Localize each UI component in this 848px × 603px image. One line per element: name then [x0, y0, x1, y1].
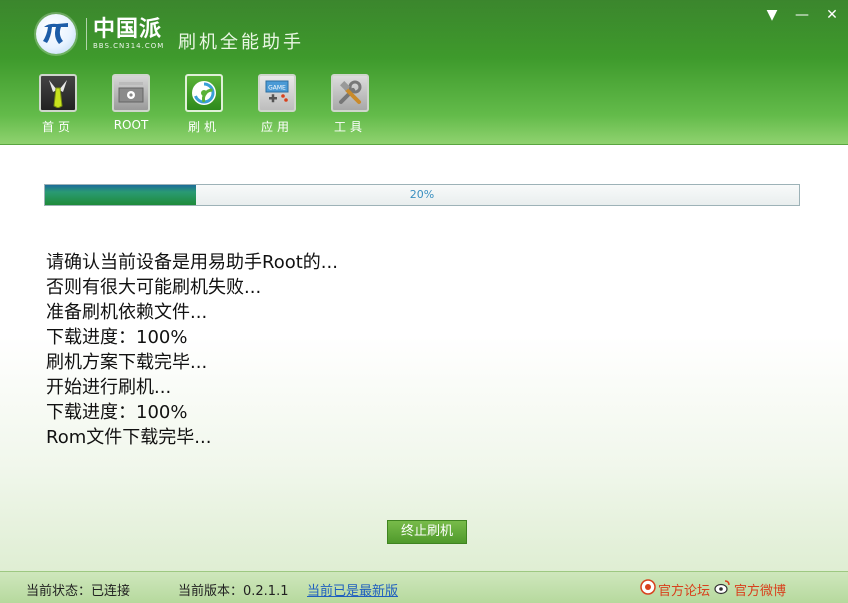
nav-item-home[interactable]: 首页 — [28, 74, 88, 135]
flash-log: 请确认当前设备是用易助手Root的... 否则有很大可能刷机失败... 准备刷机… — [46, 250, 338, 450]
flash-refresh-icon — [185, 74, 223, 112]
tools-icon — [331, 74, 369, 112]
log-line: 刷机方案下载完毕... — [46, 352, 208, 373]
connection-status: 当前状态：已连接 — [26, 584, 131, 599]
progress-text: 20% — [409, 188, 435, 201]
logo-badge-icon — [36, 14, 76, 54]
log-line: Rom文件下载完毕... — [46, 427, 212, 448]
official-forum-link[interactable]: 官方论坛 — [658, 580, 710, 599]
version-label: 当前版本：0.2.1.1 — [178, 584, 289, 599]
svg-text:GAME: GAME — [268, 85, 286, 92]
log-line: 下载进度：100% — [46, 402, 188, 423]
forum-icon — [640, 579, 656, 595]
nav-label-apps: 应用 — [260, 120, 293, 134]
logo-url: BBS.CN314.COM — [93, 42, 165, 50]
log-line: 下载进度：100% — [46, 327, 188, 348]
minimize-button[interactable]: — — [792, 6, 812, 24]
log-line: 准备刷机依赖文件... — [46, 302, 208, 323]
nav-item-apps[interactable]: GAME 应用 — [247, 74, 307, 135]
nav-item-tools[interactable]: 工具 — [320, 74, 380, 135]
root-gear-icon — [112, 74, 150, 112]
nav-label-root: ROOT — [113, 118, 149, 132]
nav-item-flash[interactable]: 刷机 — [174, 74, 234, 135]
logo-text: 中国派 BBS.CN314.COM — [93, 17, 165, 51]
nav-item-root[interactable]: ROOT — [101, 74, 161, 132]
app-title: 刷机全能助手 — [178, 32, 304, 53]
window-controls: ▼ — ✕ — [762, 6, 842, 24]
log-line: 开始进行刷机... — [46, 377, 172, 398]
logo: 中国派 BBS.CN314.COM — [36, 14, 164, 54]
pi-symbol-icon — [43, 23, 68, 44]
official-weibo-link[interactable]: 官方微博 — [734, 580, 786, 599]
nav-label-tools: 工具 — [333, 120, 366, 134]
close-button[interactable]: ✕ — [822, 6, 842, 24]
logo-name: 中国派 — [93, 17, 163, 42]
logo-separator — [86, 18, 87, 50]
flash-progress-bar: 20% — [44, 184, 800, 206]
menu-dropdown-button[interactable]: ▼ — [762, 6, 782, 24]
nav-label-home: 首页 — [41, 120, 74, 134]
game-icon: GAME — [258, 74, 296, 112]
log-line: 请确认当前设备是用易助手Root的... — [46, 252, 338, 273]
log-line: 否则有很大可能刷机失败... — [46, 277, 262, 298]
status-bar: 当前状态：已连接 当前版本：0.2.1.1 当前已是最新版 官方论坛 官方微博 — [0, 571, 848, 603]
weibo-icon — [714, 580, 730, 595]
header-banner: 中国派 BBS.CN314.COM 刷机全能助手 ▼ — ✕ 首页 ROOT 刷… — [0, 0, 848, 145]
tie-icon — [39, 74, 77, 112]
stop-flash-button[interactable]: 终止刷机 — [387, 520, 467, 544]
update-status-link[interactable]: 当前已是最新版 — [307, 580, 398, 599]
nav-label-flash: 刷机 — [187, 120, 220, 134]
